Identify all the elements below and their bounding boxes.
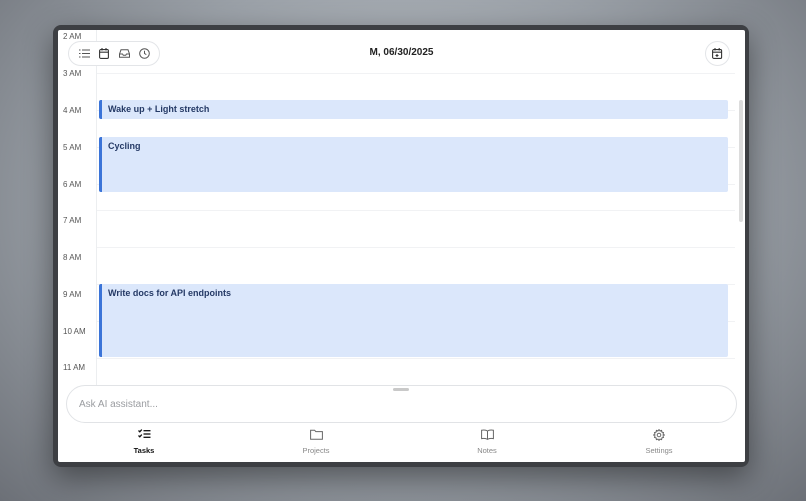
hour-gridline <box>97 73 735 74</box>
event-write-docs[interactable]: Write docs for API endpoints <box>99 284 728 357</box>
hour-label: 5 AM <box>63 143 82 152</box>
hour-label: 2 AM <box>63 32 82 41</box>
nav-label: Settings <box>645 446 673 455</box>
hour-gridline <box>97 247 735 248</box>
hour-label: 11 AM <box>63 363 86 372</box>
folder-icon <box>276 429 356 443</box>
book-icon <box>447 429 527 443</box>
event-cycling[interactable]: Cycling <box>99 137 728 192</box>
bottom-navigation: Tasks Projects Notes Settings <box>58 427 745 462</box>
event-wake-up[interactable]: Wake up + Light stretch <box>99 100 728 119</box>
app-screen: 2 AM 3 AM 4 AM 5 AM 6 AM 7 AM 8 AM 9 AM … <box>58 30 745 462</box>
hour-gridline <box>97 358 735 359</box>
day-timeline[interactable]: 2 AM 3 AM 4 AM 5 AM 6 AM 7 AM 8 AM 9 AM … <box>58 30 745 385</box>
hour-label: 9 AM <box>63 290 82 299</box>
hour-label: 10 AM <box>63 327 86 336</box>
nav-settings[interactable]: Settings <box>619 429 699 455</box>
timeline-scrollbar[interactable] <box>739 100 743 222</box>
calendar-picker-button[interactable] <box>705 41 730 66</box>
tasks-icon <box>104 429 184 443</box>
hour-gridline <box>97 210 735 211</box>
time-gutter-divider <box>96 30 97 385</box>
nav-label: Tasks <box>133 446 155 455</box>
current-date: M, 06/30/2025 <box>369 47 434 58</box>
nav-label: Notes <box>477 446 497 455</box>
nav-tasks[interactable]: Tasks <box>104 429 184 455</box>
hour-label: 3 AM <box>63 69 82 78</box>
sheet-drag-handle[interactable] <box>393 388 409 391</box>
gear-icon <box>619 429 699 443</box>
hour-label: 6 AM <box>63 180 82 189</box>
hour-label: 8 AM <box>63 253 82 262</box>
hour-label: 7 AM <box>63 216 82 225</box>
nav-projects[interactable]: Projects <box>276 429 356 455</box>
nav-label: Projects <box>302 446 330 455</box>
hour-label: 4 AM <box>63 106 82 115</box>
nav-notes[interactable]: Notes <box>447 429 527 455</box>
calendar-add-icon <box>712 48 723 59</box>
